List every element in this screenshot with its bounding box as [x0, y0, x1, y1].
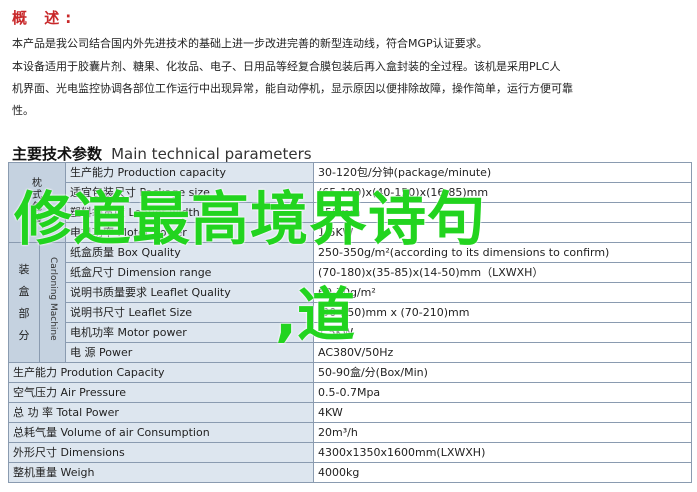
watermark-subtitle: ,道 [275, 281, 356, 349]
group-label-carton-text: 装盒部分 [18, 262, 30, 342]
group-sub-carton-text: Carloning Machine [48, 257, 58, 341]
tech-heading: 主要技术参数 Main technical parameters [12, 143, 312, 164]
overview-line-1: 本产品是我公司结合国内外先进技术的基础上进一步改进完善的新型连动线，符合MGP认… [12, 37, 488, 50]
param-label: 总耗气量 Volume of air Consumption [8, 422, 314, 443]
tech-heading-cn: 主要技术参数 [12, 145, 103, 163]
watermark-title: 修道最高境界诗句 [14, 185, 487, 253]
table-row: 总 功 率 Total Power 4KW [8, 402, 692, 423]
param-value: AC380V/50Hz [313, 342, 692, 363]
param-value: 20m³/h [313, 422, 692, 443]
table-row: 整机重量 Weigh 4000kg [8, 462, 692, 483]
param-value: (90-250)mm x (70-210)mm [313, 302, 692, 323]
group-sub-carton: Carloning Machine [39, 242, 66, 363]
overview-heading: 概 述: [12, 9, 78, 27]
overview-line-4: 性。 [12, 104, 34, 117]
param-value: 50-90盒/分(Box/Min) [313, 362, 692, 383]
param-value: 4300x1350x1600mm(LXWXH) [313, 442, 692, 463]
param-value: 60-70g/m² [313, 282, 692, 303]
param-label: 整机重量 Weigh [8, 462, 314, 483]
param-value: 1.5KW [313, 322, 692, 343]
table-row: 生产能力 Prodution Capacity 50-90盒/分(Box/Min… [8, 362, 692, 383]
group-label-carton: 装盒部分 [8, 242, 40, 363]
param-value: 4000kg [313, 462, 692, 483]
param-value: 4KW [313, 402, 692, 423]
tech-heading-en: Main technical parameters [111, 145, 312, 163]
param-label: 总 功 率 Total Power [8, 402, 314, 423]
param-value: (70-180)x(35-85)x(14-50)mm（LXWXH） [313, 262, 692, 283]
param-label: 空气压力 Air Pressure [8, 382, 314, 403]
param-label: 生产能力 Prodution Capacity [8, 362, 314, 383]
param-label: 外形尺寸 Dimensions [8, 442, 314, 463]
overview-line-3: 机界面、光电监控协调各部位工作运行中出现异常，能自动停机，显示原因以便排除故障，… [12, 82, 573, 95]
table-row: 总耗气量 Volume of air Consumption 20m³/h [8, 422, 692, 443]
overview-line-2: 本设备适用于胶囊片剂、糖果、化妆品、电子、日用品等经复合膜包装后再入盒封装的全过… [12, 60, 561, 73]
param-value: 0.5-0.7Mpa [313, 382, 692, 403]
table-row: 空气压力 Air Pressure 0.5-0.7Mpa [8, 382, 692, 403]
table-row: 外形尺寸 Dimensions 4300x1350x1600mm(LXWXH) [8, 442, 692, 463]
